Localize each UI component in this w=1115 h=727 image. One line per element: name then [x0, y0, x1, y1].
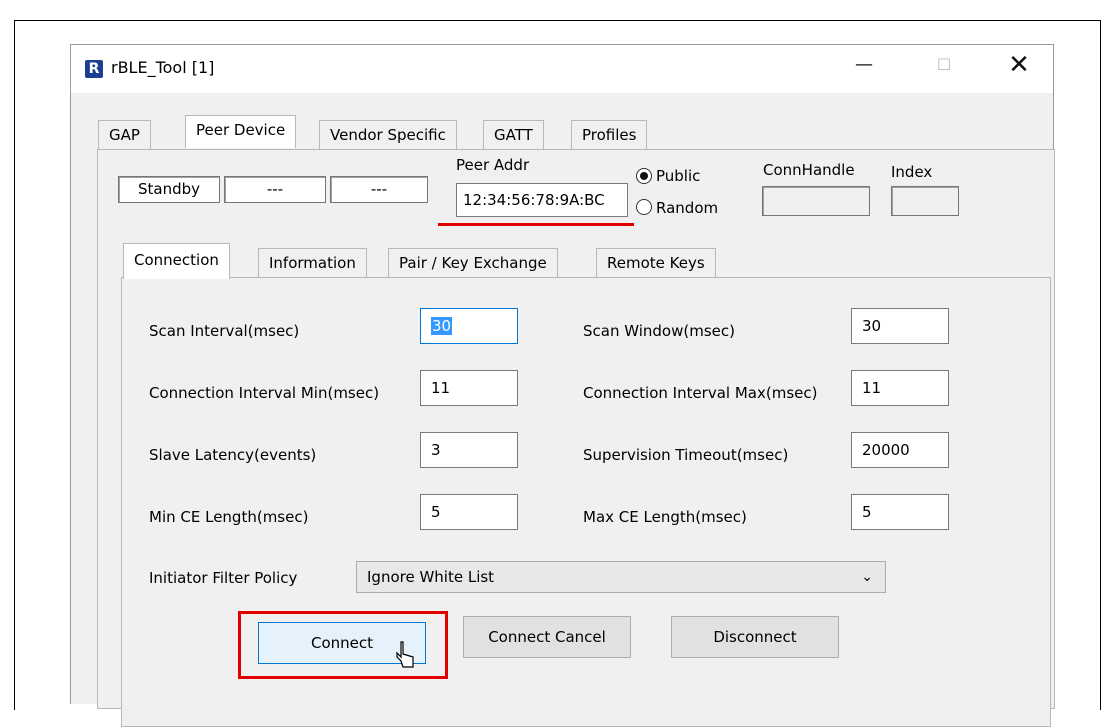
initiator-filter-policy-label: Initiator Filter Policy: [149, 569, 298, 587]
tab-profiles[interactable]: Profiles: [571, 120, 648, 150]
max-ce-length-label: Max CE Length(msec): [583, 508, 747, 526]
conn-interval-min-input[interactable]: 11: [420, 370, 518, 406]
filter-policy-selected-value: Ignore White List: [367, 568, 495, 586]
connection-state-box: Standby: [118, 176, 220, 203]
slave-latency-label: Slave Latency(events): [149, 446, 317, 464]
tab-gatt[interactable]: GATT: [483, 120, 544, 150]
tab-pair-key-exchange[interactable]: Pair / Key Exchange: [388, 248, 558, 278]
peer-addr-label: Peer Addr: [456, 156, 530, 174]
public-radio[interactable]: [636, 168, 652, 184]
peer-addr-highlight-underline: [438, 223, 634, 226]
maximize-icon[interactable]: ☐: [921, 45, 967, 85]
connhandle-field: [762, 186, 870, 216]
scan-interval-value: 30: [431, 317, 453, 335]
tab-connection[interactable]: Connection: [123, 243, 230, 279]
tab-vendor-specific[interactable]: Vendor Specific: [319, 120, 457, 150]
tab-information[interactable]: Information: [258, 248, 367, 278]
scan-window-input[interactable]: 30: [851, 308, 949, 344]
index-label: Index: [891, 163, 933, 181]
status-box-2: ---: [224, 176, 326, 203]
min-ce-length-input[interactable]: 5: [420, 494, 518, 530]
conn-interval-max-label: Connection Interval Max(msec): [583, 384, 818, 402]
chevron-down-icon: ⌄: [861, 569, 873, 585]
disconnect-button[interactable]: Disconnect: [671, 616, 839, 658]
conn-interval-max-input[interactable]: 11: [851, 370, 949, 406]
index-field: [891, 186, 959, 216]
tab-gap[interactable]: GAP: [98, 120, 151, 150]
public-radio-label: Public: [656, 167, 701, 185]
max-ce-length-input[interactable]: 5: [851, 494, 949, 530]
status-box-3: ---: [330, 176, 428, 203]
app-window: R rBLE_Tool [1] — ☐ ✕ GAP Peer Device Ve…: [70, 44, 1055, 727]
scan-window-label: Scan Window(msec): [583, 322, 735, 340]
slave-latency-input[interactable]: 3: [420, 432, 518, 468]
random-radio[interactable]: [636, 199, 652, 215]
mouse-cursor-icon: [396, 641, 414, 668]
supervision-timeout-input[interactable]: 20000: [851, 432, 949, 468]
random-radio-label: Random: [656, 199, 719, 217]
conn-interval-min-label: Connection Interval Min(msec): [149, 384, 380, 402]
title-bar: R rBLE_Tool [1] — ☐ ✕: [71, 45, 1053, 93]
app-logo-icon: R: [85, 60, 103, 78]
initiator-filter-policy-select[interactable]: Ignore White List ⌄: [356, 561, 886, 593]
close-icon[interactable]: ✕: [996, 45, 1042, 85]
connect-cancel-button[interactable]: Connect Cancel: [463, 616, 631, 658]
supervision-timeout-label: Supervision Timeout(msec): [583, 446, 789, 464]
peer-device-panel: Standby --- --- Peer Addr 12:34:56:78:9A…: [97, 149, 1055, 727]
connection-panel: Scan Interval(msec) 30 Scan Window(msec)…: [121, 277, 1051, 727]
tab-remote-keys[interactable]: Remote Keys: [596, 248, 716, 278]
window-title: rBLE_Tool [1]: [111, 58, 215, 77]
tab-peer-device[interactable]: Peer Device: [185, 115, 297, 148]
connhandle-label: ConnHandle: [763, 161, 855, 179]
scan-interval-input[interactable]: 30: [420, 308, 518, 344]
minimize-icon[interactable]: —: [841, 45, 887, 85]
peer-addr-input[interactable]: 12:34:56:78:9A:BC: [456, 183, 628, 217]
min-ce-length-label: Min CE Length(msec): [149, 508, 309, 526]
scan-interval-label: Scan Interval(msec): [149, 322, 300, 340]
